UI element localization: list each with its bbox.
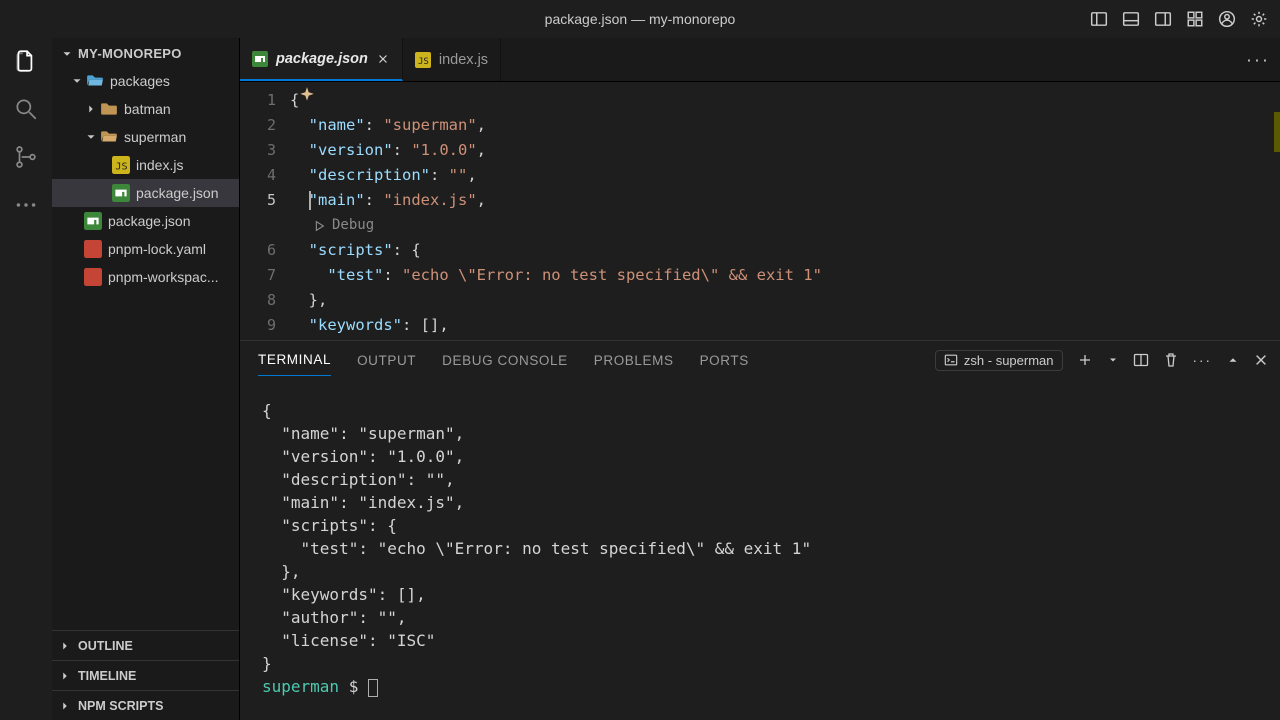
layout-sidebar-right-icon[interactable] [1154, 10, 1172, 28]
chevron-right-icon [58, 669, 72, 683]
activity-bar [0, 38, 52, 720]
tree-folder-batman[interactable]: batman [52, 95, 239, 123]
panel-tab-ports[interactable]: PORTS [700, 353, 749, 368]
explorer-icon[interactable] [13, 48, 39, 74]
source-control-icon[interactable] [13, 144, 39, 170]
close-icon[interactable] [1254, 353, 1268, 367]
tree-folder-superman[interactable]: superman [52, 123, 239, 151]
chevron-down-icon [60, 47, 74, 61]
panel-tab-terminal[interactable]: TERMINAL [258, 352, 331, 376]
debug-code-lens[interactable]: Debug [290, 213, 1280, 238]
js-file-icon: JS [415, 52, 431, 68]
trash-icon[interactable] [1163, 352, 1179, 368]
account-icon[interactable] [1218, 10, 1236, 28]
folder-open-icon [86, 72, 104, 90]
layout-sidebar-left-icon[interactable] [1090, 10, 1108, 28]
layout-grid-icon[interactable] [1186, 10, 1204, 28]
tree-file-packagejson[interactable]: package.json [52, 179, 239, 207]
chevron-down-icon[interactable] [1107, 354, 1119, 366]
folder-icon [100, 100, 118, 118]
more-icon[interactable]: ··· [1193, 353, 1213, 368]
npm-scripts-section[interactable]: NPM SCRIPTS [52, 690, 239, 720]
svg-text:JS: JS [115, 162, 127, 173]
panel-tab-output[interactable]: OUTPUT [357, 353, 416, 368]
svg-text:JS: JS [418, 57, 429, 67]
chevron-down-icon [70, 74, 84, 88]
explorer-header[interactable]: MY-MONOREPO [52, 38, 239, 67]
terminal-output[interactable]: { "name": "superman", "version": "1.0.0"… [240, 379, 1280, 720]
yaml-file-icon [84, 240, 102, 258]
tree-folder-packages[interactable]: packages [52, 67, 239, 95]
js-file-icon: JS [112, 156, 130, 174]
tree-file-pnpmlock[interactable]: pnpm-lock.yaml [52, 235, 239, 263]
sparkle-icon [298, 86, 316, 104]
search-icon[interactable] [13, 96, 39, 122]
line-gutter: 1 2 3 4 5 6 7 8 9 [240, 82, 290, 340]
tree-file-pnpmworkspace[interactable]: pnpm-workspac... [52, 263, 239, 291]
explorer-sidebar: MY-MONOREPO packages batman superman JS … [52, 38, 240, 720]
npm-file-icon [84, 212, 102, 230]
bottom-panel: TERMINAL OUTPUT DEBUG CONSOLE PROBLEMS P… [240, 340, 1280, 720]
terminal-prompt[interactable]: superman $ [262, 675, 1280, 698]
chevron-right-icon [58, 699, 72, 713]
tree-file-root-packagejson[interactable]: package.json [52, 207, 239, 235]
yaml-file-icon [84, 268, 102, 286]
terminal-icon [944, 353, 958, 367]
window-title: package.json — my-monorepo [545, 11, 736, 27]
title-bar: package.json — my-monorepo [0, 0, 1280, 38]
editor-tabs: package.json JS index.js ··· [240, 38, 1280, 82]
npm-file-icon [112, 184, 130, 202]
code-content[interactable]: { "name": "superman", "version": "1.0.0"… [290, 82, 1280, 340]
tab-overflow-icon[interactable]: ··· [1246, 49, 1270, 70]
npm-file-icon [252, 51, 268, 67]
panel-tab-debug[interactable]: DEBUG CONSOLE [442, 353, 568, 368]
layout-panel-icon[interactable] [1122, 10, 1140, 28]
chevron-up-icon[interactable] [1226, 353, 1240, 367]
timeline-section[interactable]: TIMELINE [52, 660, 239, 690]
code-editor[interactable]: 1 2 3 4 5 6 7 8 9 { "name": "superman", … [240, 82, 1280, 340]
tab-indexjs[interactable]: JS index.js [403, 38, 501, 81]
tree-file-indexjs[interactable]: JS index.js [52, 151, 239, 179]
outline-section[interactable]: OUTLINE [52, 630, 239, 660]
more-icon[interactable] [13, 192, 39, 218]
plus-icon[interactable] [1077, 352, 1093, 368]
minimap[interactable] [1266, 82, 1280, 340]
play-icon [312, 219, 326, 233]
panel-tab-problems[interactable]: PROBLEMS [594, 353, 674, 368]
chevron-right-icon [58, 639, 72, 653]
terminal-shell-selector[interactable]: zsh - superman [935, 350, 1063, 371]
tab-packagejson[interactable]: package.json [240, 38, 403, 81]
chevron-down-icon [84, 130, 98, 144]
close-icon[interactable] [376, 52, 390, 66]
chevron-right-icon [84, 102, 98, 116]
split-icon[interactable] [1133, 352, 1149, 368]
folder-open-icon [100, 128, 118, 146]
settings-gear-icon[interactable] [1250, 10, 1268, 28]
